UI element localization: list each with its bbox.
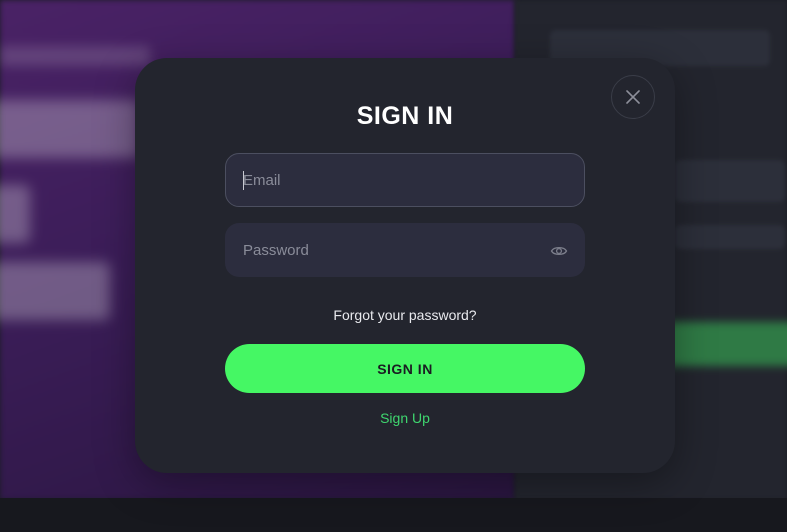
sign-up-link[interactable]: Sign Up xyxy=(135,410,675,426)
footer-bar-blurred xyxy=(0,498,787,532)
email-field[interactable] xyxy=(226,154,584,206)
sign-in-modal: SIGN IN Forgot your password? SIGN IN Si… xyxy=(135,58,675,473)
side-panel-button-blurred xyxy=(665,322,787,366)
password-field[interactable] xyxy=(226,224,584,276)
forgot-password-link[interactable]: Forgot your password? xyxy=(135,307,675,323)
hero-headline-line-3 xyxy=(0,262,110,320)
modal-title: SIGN IN xyxy=(356,102,454,130)
text-caret xyxy=(243,171,244,190)
hero-headline-line-2 xyxy=(0,185,30,243)
hero-headline-line-1 xyxy=(0,100,140,158)
side-panel-block xyxy=(675,160,785,202)
email-field-container xyxy=(225,153,585,207)
side-panel-block xyxy=(675,225,785,249)
password-field-container xyxy=(225,223,585,277)
hero-subtitle-blurred xyxy=(0,46,150,66)
sign-in-button[interactable]: SIGN IN xyxy=(225,344,585,393)
eye-icon[interactable] xyxy=(550,242,568,260)
